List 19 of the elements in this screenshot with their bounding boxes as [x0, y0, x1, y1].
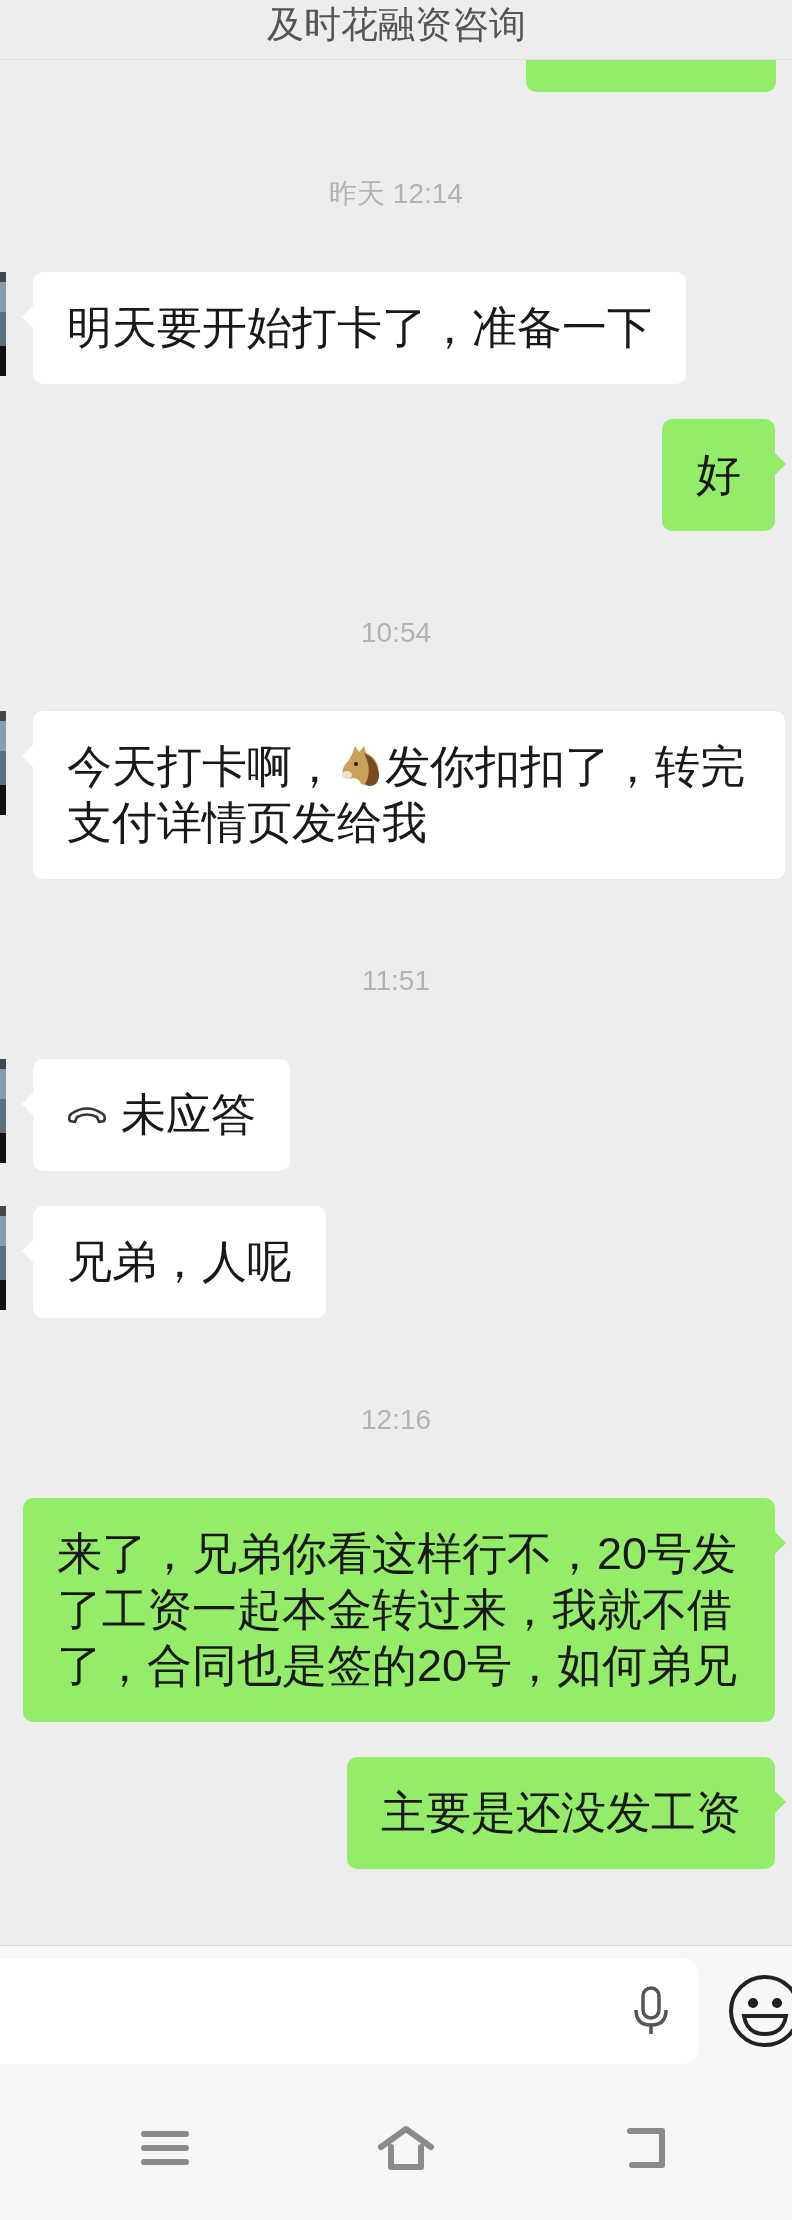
chat-title: 及时花融资咨询	[266, 2, 526, 47]
timestamp: 11:51	[362, 964, 430, 998]
message-text: 好	[696, 449, 741, 500]
phone-hangup-icon	[67, 1105, 107, 1125]
timestamp: 10:54	[360, 616, 432, 650]
message-text: 发你扣扣了，转完	[385, 740, 745, 794]
message-text: 支付详情页发给我	[67, 796, 427, 850]
message-text: 今天打卡啊，	[67, 740, 337, 794]
message-text: 来了，兄弟你看这样行不，20号发了工资一起本金转过来，我就不借了，合同也是签的20号，如何弟兄	[57, 1528, 738, 1691]
message-text: 明天要开始打卡了，准备一下	[67, 302, 652, 353]
microphone-icon[interactable]	[632, 1985, 670, 2036]
message-input-field[interactable]	[0, 1957, 698, 2064]
message-text: 兄弟，人呢	[67, 1236, 292, 1287]
timestamp: 昨天 12:14	[329, 177, 463, 211]
smiley-icon[interactable]	[728, 1973, 792, 2048]
message-text: 未应答	[121, 1088, 256, 1142]
home-icon[interactable]	[377, 2124, 435, 2171]
message-text: 主要是还没发工资	[381, 1787, 741, 1838]
timestamp: 12:16	[360, 1403, 432, 1437]
